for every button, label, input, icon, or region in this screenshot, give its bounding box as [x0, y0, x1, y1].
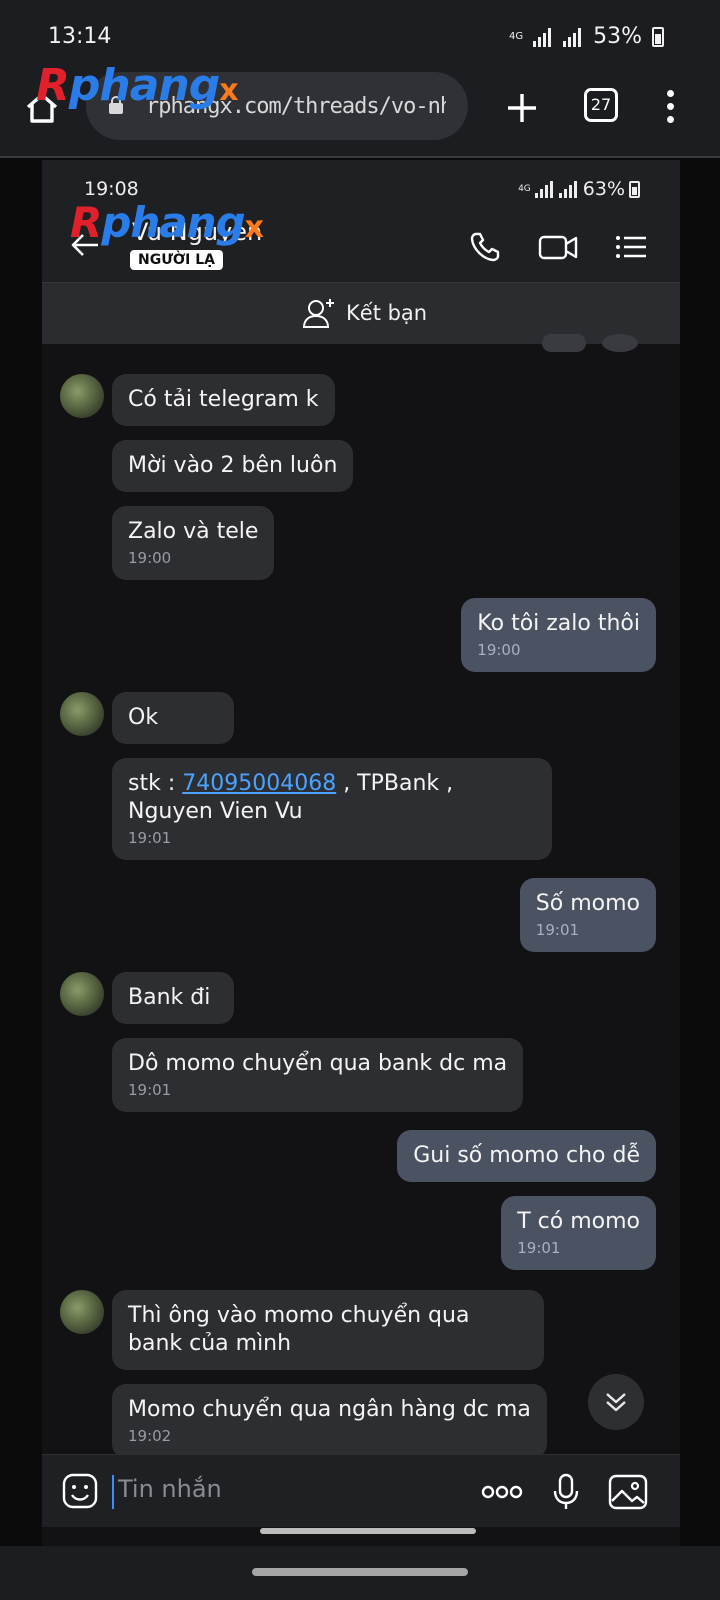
inner-battery-icon [629, 180, 640, 198]
signal-icon [533, 27, 552, 47]
message-time: 19:01 [128, 829, 172, 847]
message-text: Zalo và tele [128, 519, 259, 544]
message-text: Momo chuyển qua ngân hàng dc ma [128, 1397, 531, 1422]
add-friend-bar[interactable]: Kết bạn [42, 282, 680, 345]
stranger-badge: NGƯỜI LẠ [130, 250, 223, 270]
outer-clock: 13:14 [48, 24, 112, 49]
outer-battery-percent: 53% [593, 24, 642, 49]
outer-status-icons: 4G 53% [509, 24, 664, 49]
message-time: 19:00 [477, 641, 521, 659]
message-time: 19:00 [128, 549, 172, 567]
message-bubble-incoming[interactable]: Mời vào 2 bên luôn [112, 440, 354, 492]
list-menu-icon[interactable] [614, 230, 648, 264]
message-bubble-incoming[interactable]: Dô momo chuyển qua bank dc ma 19:01 [112, 1038, 524, 1112]
message-bubble-outgoing[interactable]: Gui số momo cho dễ [397, 1130, 656, 1182]
avatar[interactable] [60, 1290, 104, 1334]
scroll-to-bottom-button[interactable] [588, 1374, 644, 1430]
more-vertical-icon[interactable] [664, 90, 676, 126]
message-bubble-outgoing[interactable]: T có momo 19:01 [501, 1196, 656, 1270]
watermark-logo-inner: Rphangx [70, 198, 264, 247]
inner-network-label: 4G [518, 184, 531, 194]
message-bubble-incoming[interactable]: Bank đi [112, 972, 234, 1024]
battery-icon [652, 26, 664, 47]
message-bubble-incoming[interactable]: Thì ông vào momo chuyển qua bank của mìn… [112, 1290, 544, 1370]
message-text: Bank đi [128, 985, 211, 1010]
phone-icon[interactable] [468, 230, 502, 264]
avatar[interactable] [60, 972, 104, 1016]
signal-icon-2 [563, 27, 582, 47]
message-bubble-incoming[interactable]: Zalo và tele 19:00 [112, 506, 275, 580]
inner-battery-percent: 63% [582, 178, 625, 200]
message-bubble-incoming[interactable]: Ok [112, 692, 234, 744]
inner-signal-icon [534, 180, 553, 198]
inner-screenshot: 19:08 4G 63% Vu Nguyen NGƯỜI LẠ Rphangx [42, 160, 680, 1546]
inner-clock: 19:08 [84, 178, 139, 200]
video-camera-icon[interactable] [538, 230, 578, 264]
message-bubble-outgoing[interactable]: Ko tôi zalo thôi 19:00 [461, 598, 656, 672]
reaction-peek [542, 334, 586, 352]
sticker-icon[interactable] [62, 1473, 98, 1509]
inner-gesture-bar [260, 1528, 476, 1534]
avatar[interactable] [60, 374, 104, 418]
watermark-logo: Rphangx [36, 60, 239, 111]
message-bubble-incoming[interactable]: stk : 74095004068 , TPBank , Nguyen Vien… [112, 758, 552, 860]
image-icon[interactable] [608, 1473, 648, 1511]
message-bubble-outgoing[interactable]: Số momo 19:01 [519, 878, 656, 952]
more-horizontal-icon[interactable] [480, 1473, 524, 1511]
message-time: 19:01 [128, 1081, 172, 1099]
double-chevron-down-icon [606, 1393, 626, 1412]
message-text: Mời vào 2 bên luôn [128, 453, 338, 478]
message-list[interactable]: Có tải telegram k Mời vào 2 bên luôn Zal… [42, 334, 680, 1458]
avatar[interactable] [60, 692, 104, 736]
message-input[interactable]: Tin nhắn [118, 1475, 222, 1503]
message-text: Số momo [535, 891, 640, 916]
microphone-icon[interactable] [552, 1473, 580, 1511]
tab-switcher-button[interactable]: 27 [584, 88, 618, 122]
message-text: Ok [128, 705, 159, 730]
add-friend-icon [302, 299, 334, 328]
text-caret [112, 1475, 114, 1509]
add-friend-label: Kết bạn [346, 301, 428, 325]
inner-signal-icon-2 [558, 180, 577, 198]
message-text: Dô momo chuyển qua bank dc ma [128, 1051, 508, 1076]
message-text: Thì ông vào momo chuyển qua bank của mìn… [128, 1303, 470, 1356]
message-text: Ko tôi zalo thôi [477, 611, 640, 636]
outer-navigation-bar [0, 1546, 720, 1600]
message-text: stk : [128, 771, 183, 796]
message-bubble-incoming[interactable]: Momo chuyển qua ngân hàng dc ma 19:02 [112, 1384, 547, 1458]
account-number-link[interactable]: 74095004068 [182, 771, 336, 796]
message-time: 19:02 [128, 1427, 172, 1445]
gesture-bar[interactable] [252, 1568, 468, 1576]
message-time: 19:01 [535, 921, 580, 939]
message-bubble-incoming[interactable]: Có tải telegram k [112, 374, 335, 426]
reaction-peek-2 [602, 334, 638, 352]
plus-icon[interactable] [502, 88, 542, 128]
message-text: Gui số momo cho dễ [413, 1143, 640, 1168]
message-composer: Tin nhắn [42, 1454, 680, 1527]
message-time: 19:01 [517, 1239, 561, 1257]
outer-status-bar: 13:14 4G 53% [0, 0, 720, 66]
inner-status-icons: 4G 63% [518, 178, 640, 200]
message-text: T có momo [517, 1209, 640, 1234]
outer-network-label: 4G [508, 30, 524, 42]
message-text: Có tải telegram k [128, 387, 319, 412]
